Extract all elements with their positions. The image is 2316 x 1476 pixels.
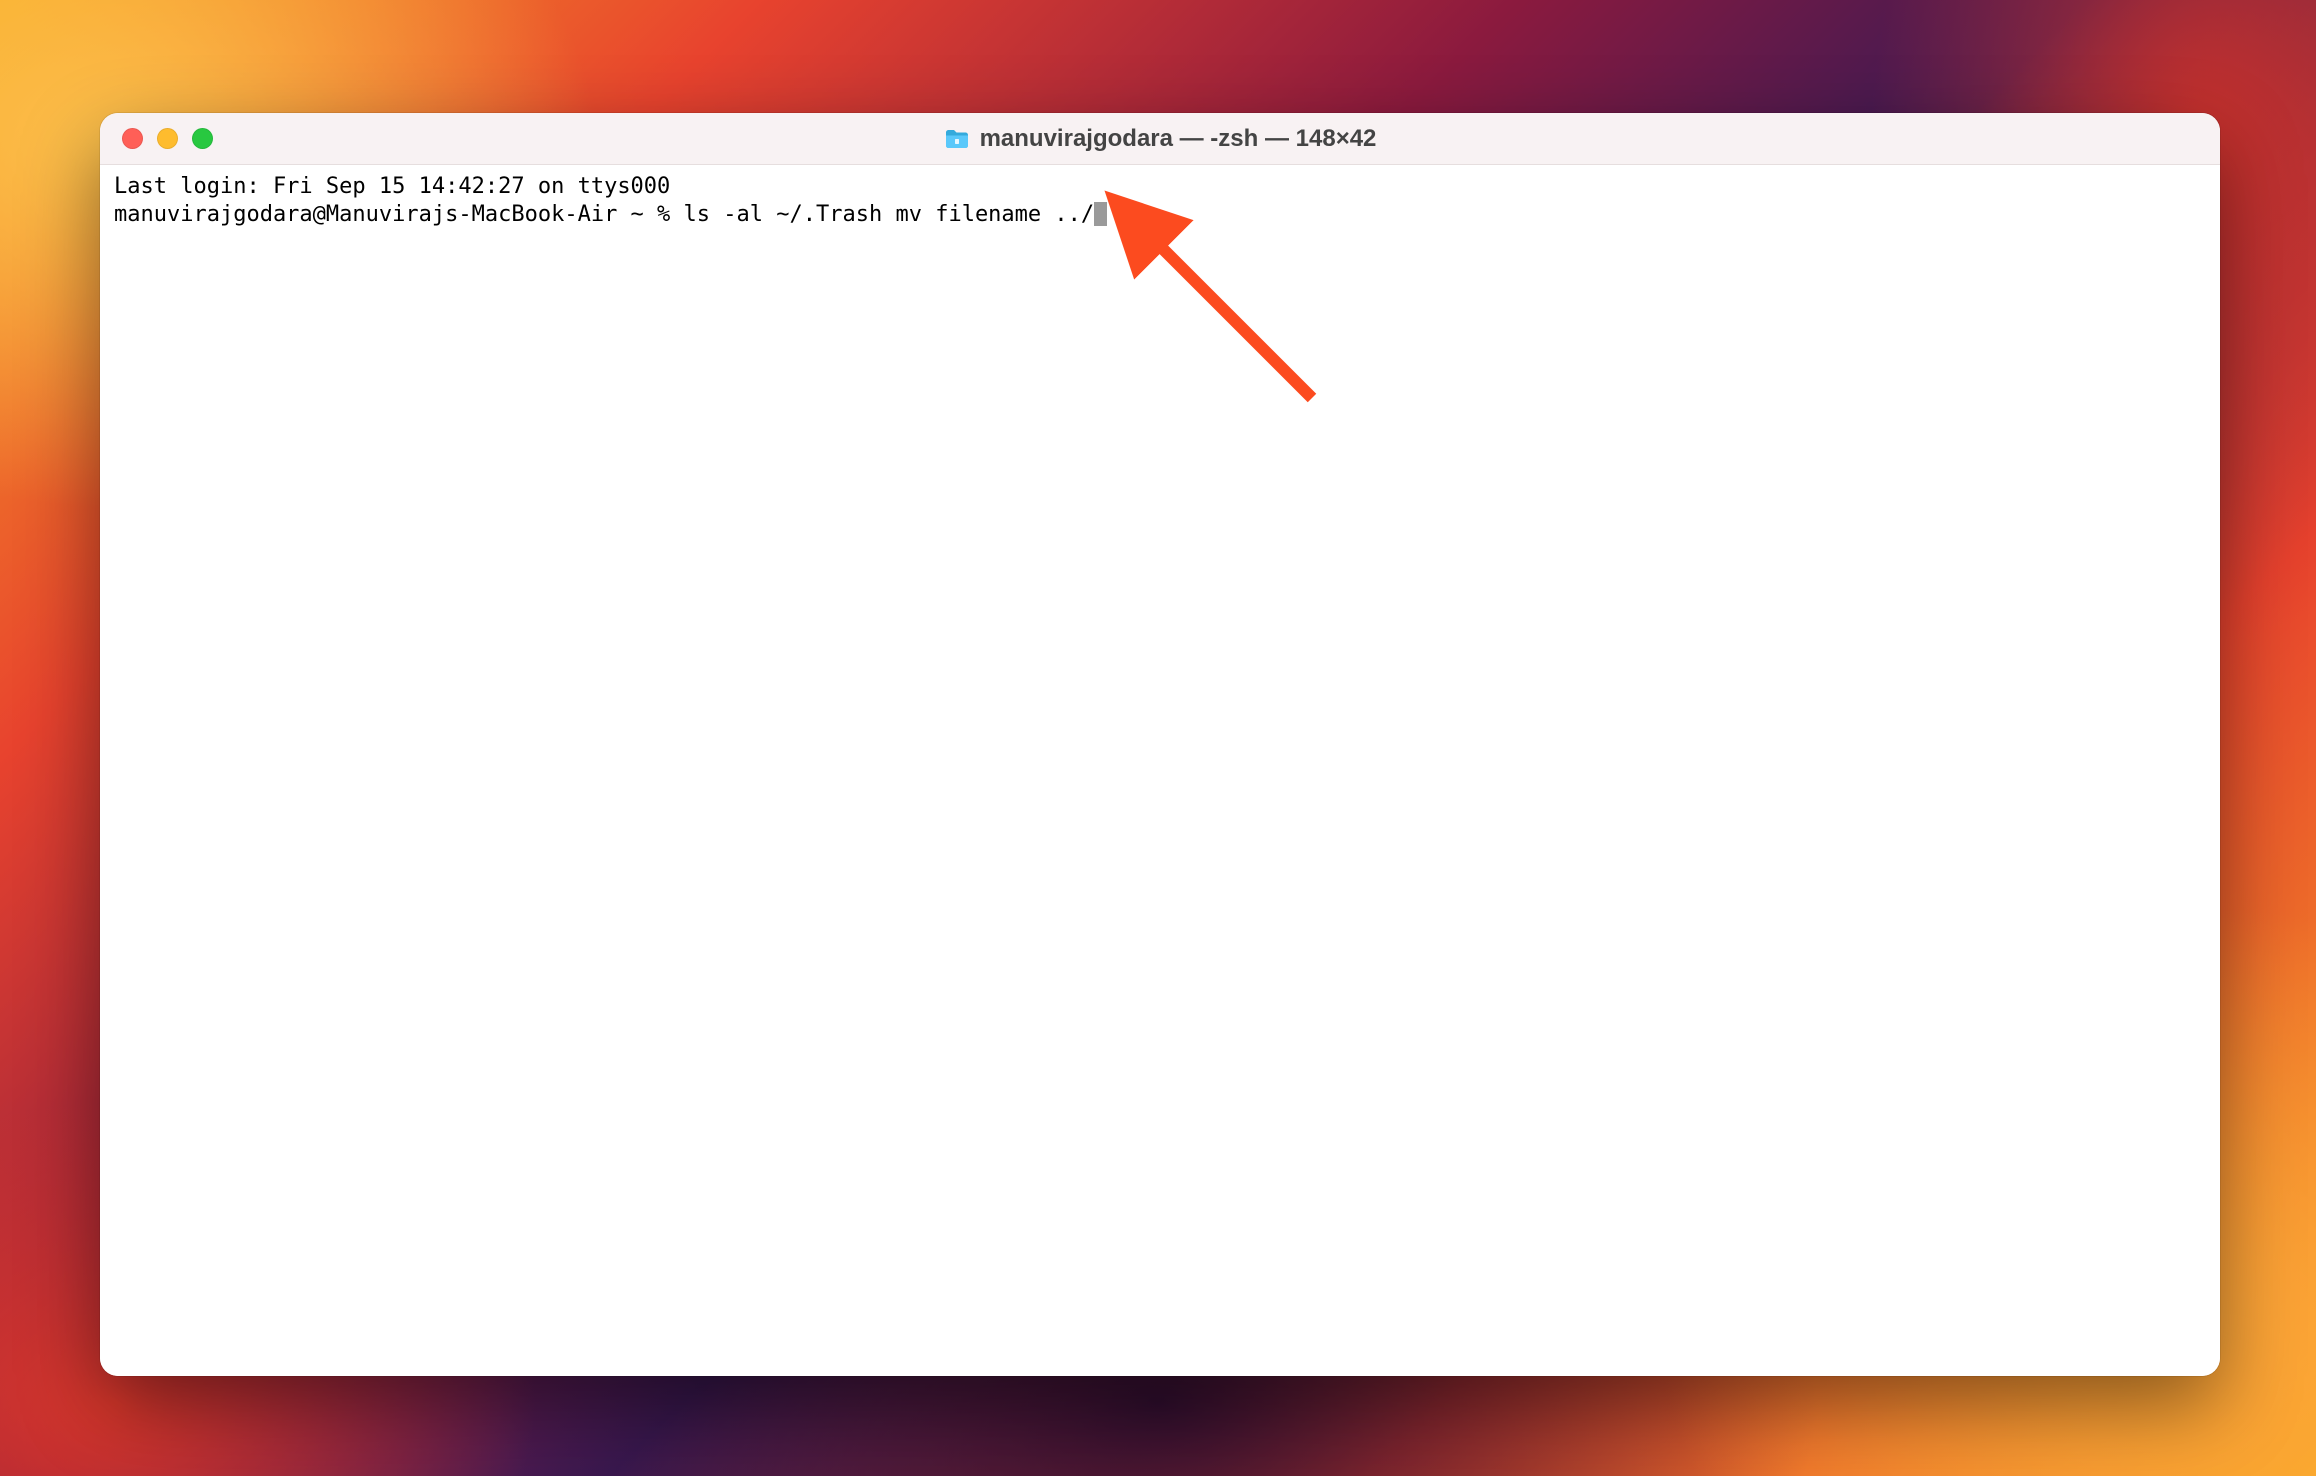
text-cursor (1094, 202, 1107, 226)
window-title-group: manuvirajgodara — -zsh — 148×42 (100, 125, 2220, 153)
last-login-line: Last login: Fri Sep 15 14:42:27 on ttys0… (114, 173, 2206, 201)
terminal-output[interactable]: Last login: Fri Sep 15 14:42:27 on ttys0… (100, 165, 2220, 1376)
minimize-button[interactable] (157, 128, 178, 149)
window-titlebar[interactable]: manuvirajgodara — -zsh — 148×42 (100, 113, 2220, 165)
traffic-lights (100, 128, 213, 149)
terminal-window: manuvirajgodara — -zsh — 148×42 Last log… (100, 113, 2220, 1376)
close-button[interactable] (122, 128, 143, 149)
prompt-line: manuvirajgodara@Manuvirajs-MacBook-Air ~… (114, 201, 2206, 229)
typed-command: ls -al ~/.Trash mv filename ../ (684, 202, 1095, 227)
maximize-button[interactable] (192, 128, 213, 149)
shell-prompt: manuvirajgodara@Manuvirajs-MacBook-Air ~… (114, 202, 684, 227)
window-title: manuvirajgodara — -zsh — 148×42 (980, 125, 1377, 153)
folder-icon (944, 128, 970, 150)
